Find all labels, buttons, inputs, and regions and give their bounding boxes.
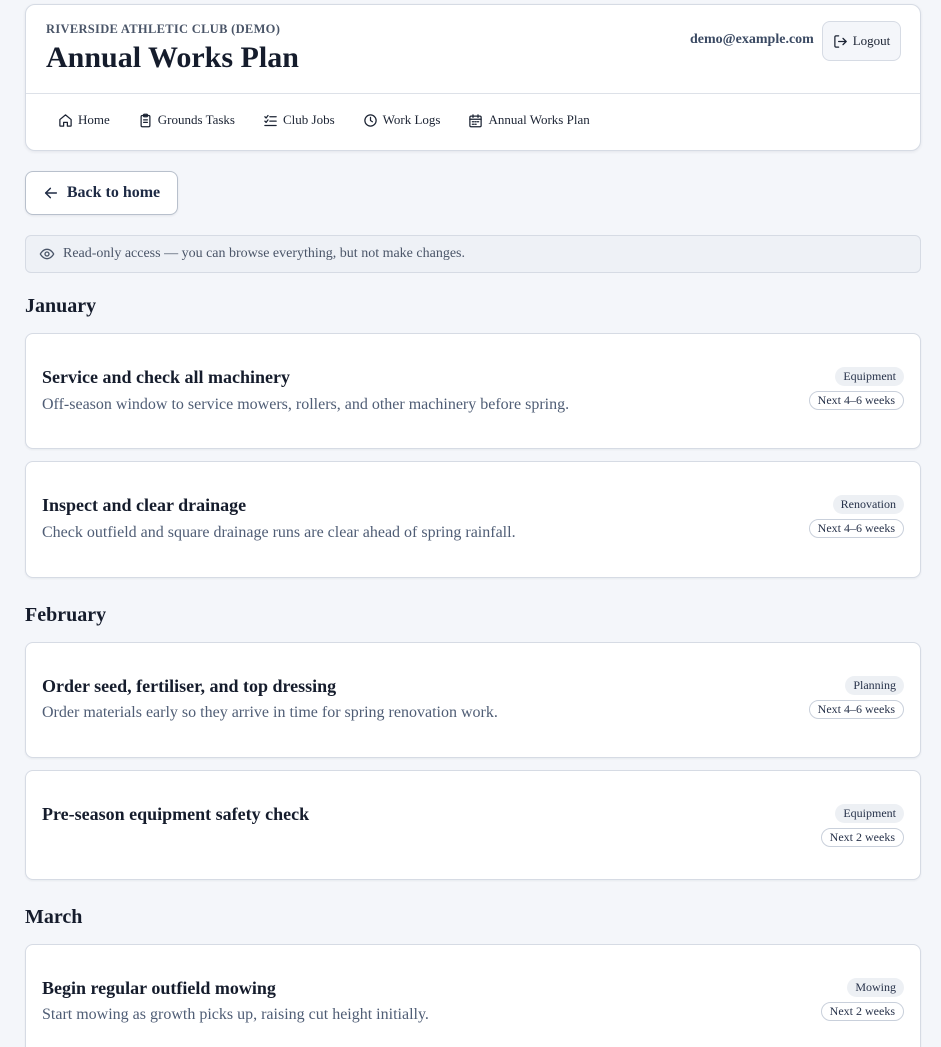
task-badges: Equipment Next 4–6 weeks — [808, 367, 904, 410]
nav-item-work-logs[interactable]: Work Logs — [363, 112, 441, 128]
task-badges: Mowing Next 2 weeks — [820, 978, 904, 1021]
nav-label: Work Logs — [382, 112, 441, 127]
logout-label: Logout — [852, 33, 891, 48]
category-badge: Mowing — [847, 978, 904, 997]
task-card[interactable]: Pre-season equipment safety check Equipm… — [25, 770, 921, 880]
task-badges: Renovation Next 4–6 weeks — [808, 495, 904, 538]
task-card[interactable]: Service and check all machinery Off-seas… — [25, 333, 921, 449]
task-description: Check outfield and square drainage runs … — [42, 524, 516, 541]
category-badge: Equipment — [835, 804, 904, 823]
nav-item-annual-works-plan[interactable]: Annual Works Plan — [468, 112, 590, 128]
logout-button[interactable]: Logout — [822, 21, 901, 61]
month-heading: January — [25, 295, 97, 317]
nav-label: Grounds Tasks — [157, 112, 235, 127]
back-to-home-button[interactable]: Back to home — [25, 171, 178, 215]
nav-item-grounds-tasks[interactable]: Grounds Tasks — [138, 112, 235, 128]
timing-badge: Next 2 weeks — [820, 828, 904, 847]
nav-label: Annual Works Plan — [488, 112, 590, 127]
month-heading: March — [25, 906, 83, 928]
clipboard-icon — [140, 113, 151, 127]
main-nav: Home Grounds Tasks Club Jobs Work Logs A… — [58, 112, 618, 128]
task-title: Begin regular outfield mowing — [42, 978, 276, 998]
checklist-icon — [264, 114, 277, 126]
timing-badge: Next 4–6 weeks — [808, 519, 904, 538]
org-name: RIVERSIDE ATHLETIC CLUB (DEMO) — [46, 22, 281, 36]
header-divider — [26, 93, 920, 94]
nav-label: Home — [78, 112, 110, 127]
timing-badge: Next 4–6 weeks — [808, 391, 904, 410]
clock-icon — [363, 113, 377, 127]
category-badge: Equipment — [835, 367, 904, 386]
arrow-left-icon — [44, 187, 57, 199]
task-description: Order materials early so they arrive in … — [42, 704, 498, 721]
back-label: Back to home — [66, 184, 161, 201]
app-header: RIVERSIDE ATHLETIC CLUB (DEMO) Annual Wo… — [25, 4, 921, 151]
logout-icon — [833, 34, 847, 48]
readonly-banner: Read-only access — you can browse everyt… — [25, 235, 921, 273]
nav-label: Club Jobs — [283, 112, 335, 127]
readonly-text: Read-only access — you can browse everyt… — [63, 246, 465, 261]
eye-icon — [39, 248, 55, 260]
task-description: Off-season window to service mowers, rol… — [42, 396, 570, 413]
task-description: Start mowing as growth picks up, raising… — [42, 1006, 429, 1023]
home-icon — [59, 113, 72, 127]
task-card[interactable]: Begin regular outfield mowing Start mowi… — [25, 944, 921, 1047]
nav-item-home[interactable]: Home — [58, 112, 110, 128]
timing-badge: Next 4–6 weeks — [808, 700, 904, 719]
month-heading: February — [25, 604, 107, 626]
category-badge: Planning — [845, 676, 904, 695]
task-title: Order seed, fertiliser, and top dressing — [42, 676, 337, 696]
category-badge: Renovation — [832, 495, 904, 514]
user-email: demo@example.com — [690, 32, 814, 47]
task-title: Inspect and clear drainage — [42, 495, 247, 515]
task-title: Pre-season equipment safety check — [42, 804, 310, 824]
calendar-icon — [469, 113, 483, 127]
task-card[interactable]: Inspect and clear drainage Check outfiel… — [25, 461, 921, 578]
task-card[interactable]: Order seed, fertiliser, and top dressing… — [25, 642, 921, 758]
timing-badge: Next 2 weeks — [820, 1002, 904, 1021]
task-title: Service and check all machinery — [42, 367, 290, 387]
task-badges: Planning Next 4–6 weeks — [808, 676, 904, 719]
task-badges: Equipment Next 2 weeks — [820, 804, 904, 847]
nav-item-club-jobs[interactable]: Club Jobs — [263, 112, 335, 128]
page-title: Annual Works Plan — [46, 41, 299, 74]
